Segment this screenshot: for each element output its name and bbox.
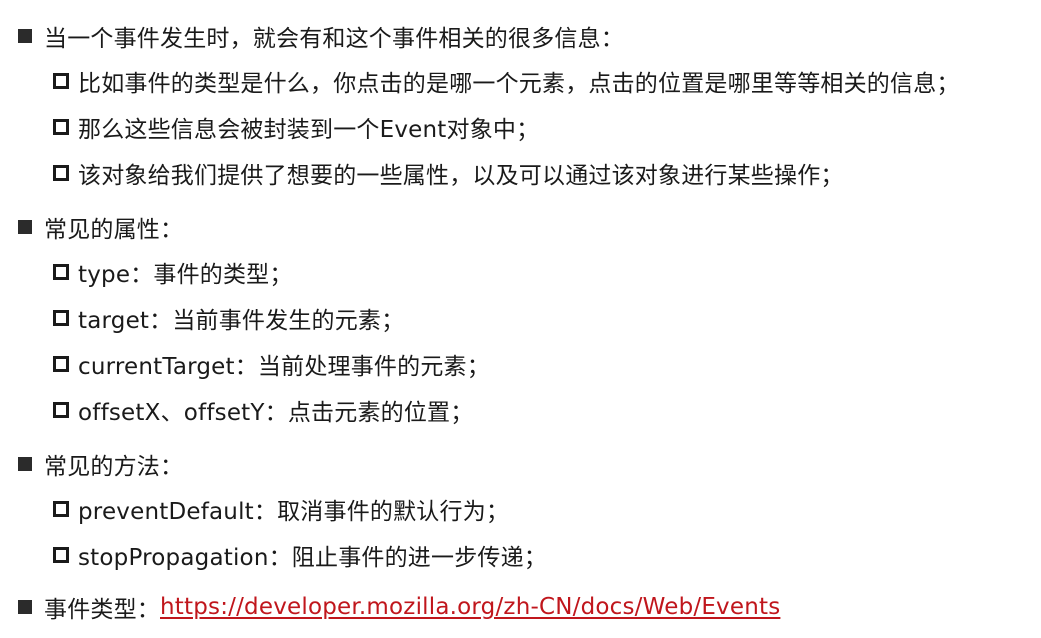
list-item: target：当前事件发生的元素； — [53, 300, 404, 336]
hollow-square-bullet-icon — [53, 547, 69, 563]
list-item-text: 该对象给我们提供了想要的一些属性，以及可以通过该对象进行某些操作； — [78, 163, 844, 189]
hollow-square-bullet-icon — [53, 310, 69, 326]
hollow-square-bullet-icon — [53, 73, 69, 89]
section-heading-methods: 常见的方法： — [18, 446, 183, 482]
filled-square-bullet-icon — [18, 220, 32, 234]
list-item: preventDefault：取消事件的默认行为； — [53, 491, 509, 527]
mdn-events-link[interactable]: https://developer.mozilla.org/zh-CN/docs… — [160, 594, 780, 620]
filled-square-bullet-icon — [18, 29, 32, 43]
list-item: 那么这些信息会被封装到一个Event对象中； — [53, 109, 539, 145]
heading-text: 常见的方法： — [44, 454, 184, 480]
list-item: currentTarget：当前处理事件的元素； — [53, 346, 490, 382]
list-item: offsetX、offsetY：点击元素的位置； — [53, 392, 473, 428]
filled-square-bullet-icon — [18, 600, 32, 614]
hollow-square-bullet-icon — [53, 165, 69, 181]
heading-text: 当一个事件发生时，就会有和这个事件相关的很多信息： — [44, 26, 624, 52]
list-item-text: type：事件的类型； — [78, 262, 293, 288]
hollow-square-bullet-icon — [53, 501, 69, 517]
list-item-text: 比如事件的类型是什么，你点击的是哪一个元素，点击的位置是哪里等等相关的信息； — [78, 71, 960, 97]
hollow-square-bullet-icon — [53, 402, 69, 418]
list-item-text: target：当前事件发生的元素； — [78, 308, 405, 334]
heading-text: 常见的属性： — [44, 217, 184, 243]
hollow-square-bullet-icon — [53, 119, 69, 135]
list-item-text: stopPropagation：阻止事件的进一步传递； — [78, 545, 548, 571]
list-item: type：事件的类型； — [53, 254, 293, 290]
list-item-text: 那么这些信息会被封装到一个Event对象中； — [78, 117, 540, 143]
list-item-text: preventDefault：取消事件的默认行为； — [78, 499, 510, 525]
list-item-text: offsetX、offsetY：点击元素的位置； — [78, 400, 474, 426]
list-item: stopPropagation：阻止事件的进一步传递； — [53, 537, 547, 573]
slide-content: 当一个事件发生时，就会有和这个事件相关的很多信息： 比如事件的类型是什么，你点击… — [0, 0, 1041, 638]
list-item: 该对象给我们提供了想要的一些属性，以及可以通过该对象进行某些操作； — [53, 155, 844, 191]
section-heading-event-info: 当一个事件发生时，就会有和这个事件相关的很多信息： — [18, 18, 624, 54]
section-heading-properties: 常见的属性： — [18, 209, 183, 245]
hollow-square-bullet-icon — [53, 264, 69, 280]
section-heading-event-types: 事件类型： https://developer.mozilla.org/zh-C… — [18, 589, 780, 625]
hollow-square-bullet-icon — [53, 356, 69, 372]
event-types-label: 事件类型： — [44, 597, 160, 623]
filled-square-bullet-icon — [18, 457, 32, 471]
list-item: 比如事件的类型是什么，你点击的是哪一个元素，点击的位置是哪里等等相关的信息； — [53, 63, 960, 99]
list-item-text: currentTarget：当前处理事件的元素； — [78, 354, 490, 380]
